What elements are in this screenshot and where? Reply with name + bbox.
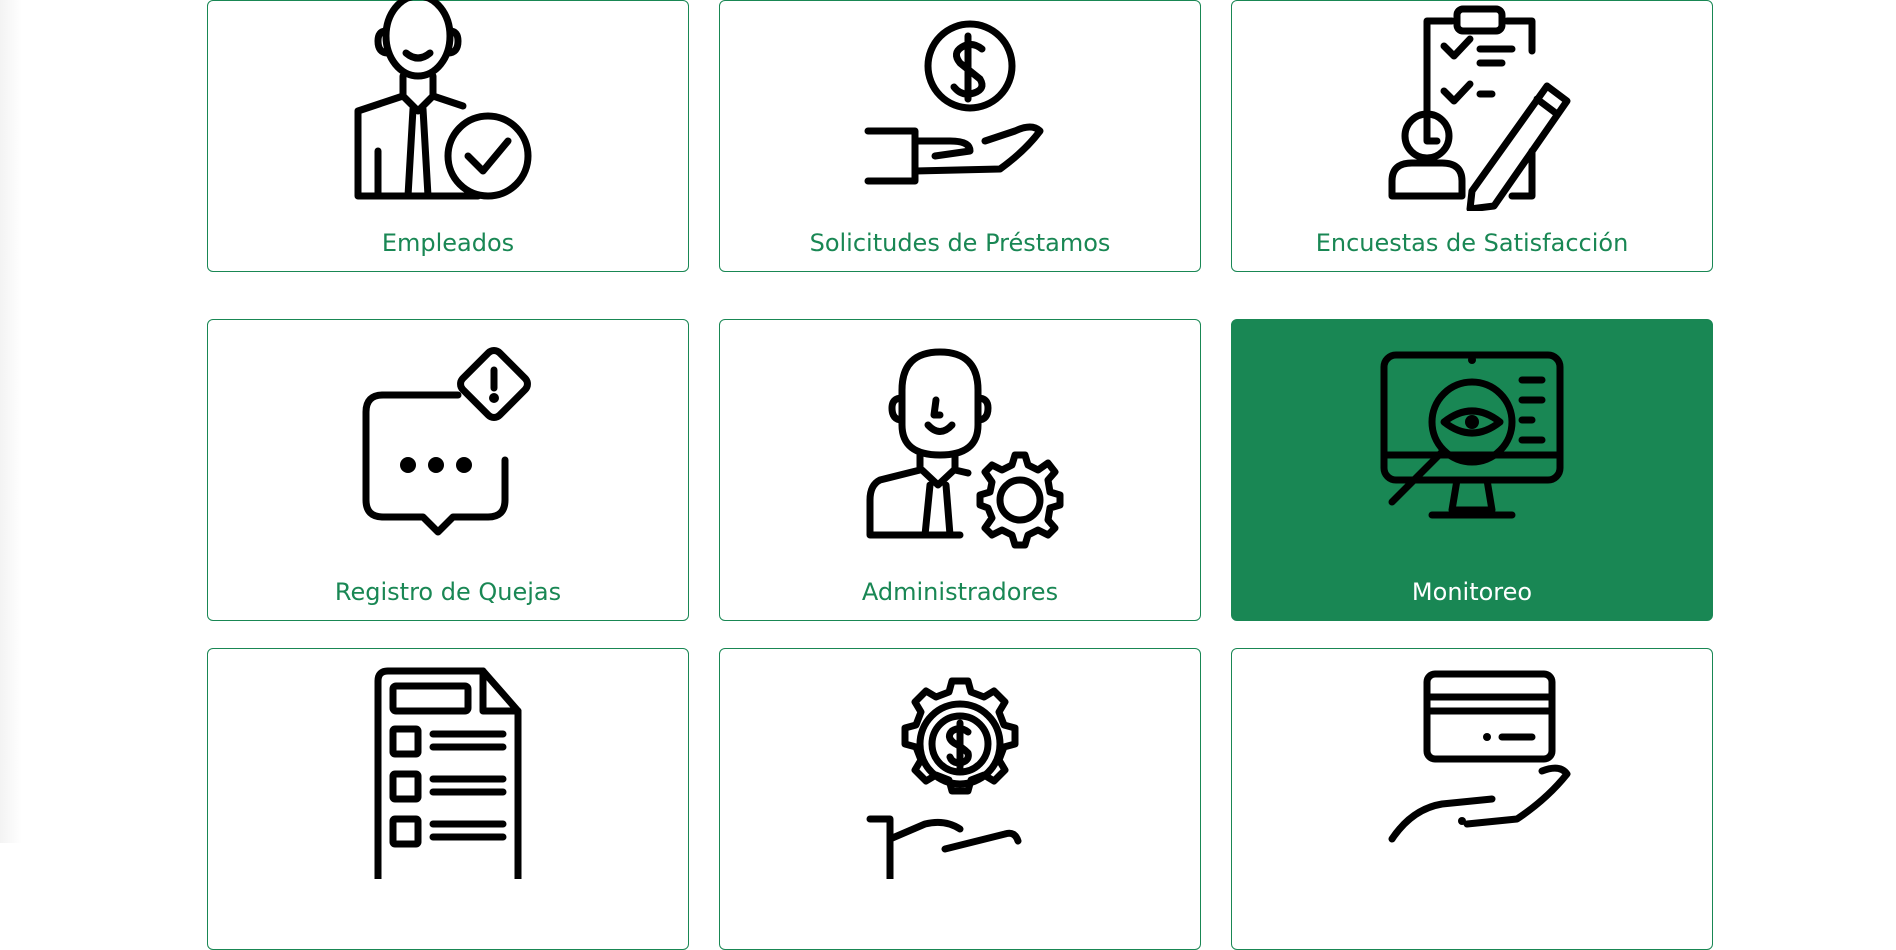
card-documentos[interactable]: [207, 648, 689, 950]
admin-gear-icon: [850, 330, 1070, 550]
card-label: Empleados: [381, 229, 515, 257]
card-label: Administradores: [861, 578, 1059, 606]
gear-money-hand-icon: [850, 659, 1070, 879]
survey-clipboard-icon: [1362, 0, 1582, 211]
card-encuestas-satisfaccion[interactable]: Encuestas de Satisfacción: [1231, 0, 1713, 272]
card-label: Encuestas de Satisfacción: [1315, 229, 1629, 257]
page-edge-shadow: [0, 0, 22, 843]
card-registro-quejas[interactable]: Registro de Quejas: [207, 319, 689, 621]
hand-card-icon: [1362, 659, 1582, 879]
employee-check-icon: [338, 0, 558, 211]
card-label: Monitoreo: [1411, 578, 1533, 606]
card-empleados[interactable]: Empleados: [207, 0, 689, 272]
card-gestion-financiera[interactable]: [719, 648, 1201, 950]
card-solicitudes-prestamos[interactable]: Solicitudes de Préstamos: [719, 0, 1201, 272]
card-label: Registro de Quejas: [334, 578, 562, 606]
monitor-eye-icon: [1362, 330, 1582, 550]
menu-grid: Empleados Solicitudes de Préstamos Encue…: [207, 0, 1713, 950]
complaint-chat-icon: [338, 330, 558, 550]
card-administradores[interactable]: Administradores: [719, 319, 1201, 621]
card-label: Solicitudes de Préstamos: [809, 229, 1111, 257]
card-tarjetas[interactable]: [1231, 648, 1713, 950]
card-monitoreo[interactable]: Monitoreo: [1231, 319, 1713, 621]
document-list-icon: [338, 659, 558, 879]
hand-money-icon: [850, 0, 1070, 211]
